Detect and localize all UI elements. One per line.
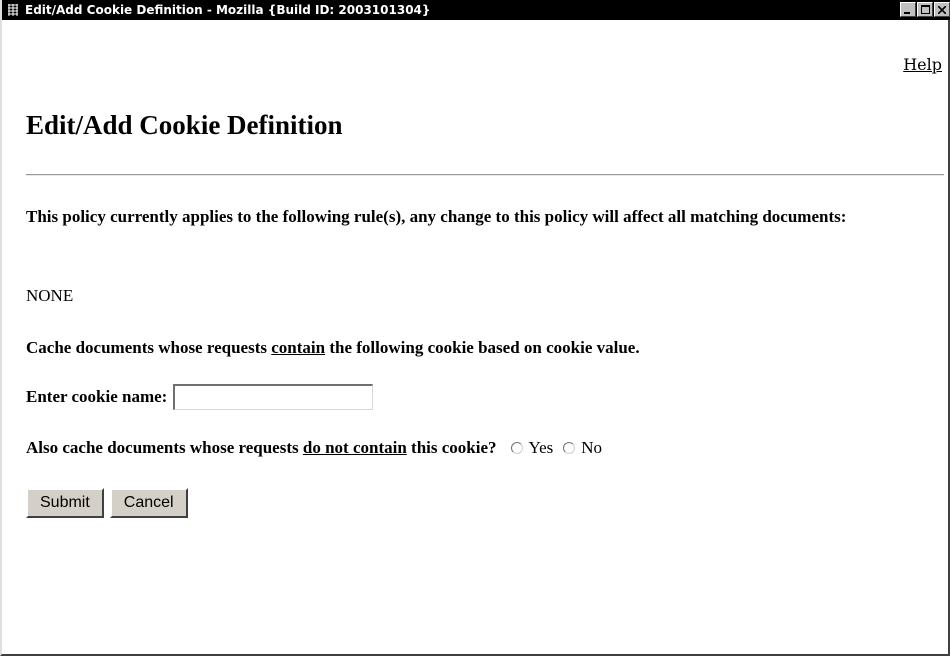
maximize-button[interactable]	[917, 2, 933, 17]
page-content: Help Edit/Add Cookie Definition This pol…	[2, 20, 948, 654]
radio-no-label: No	[581, 438, 603, 457]
radio-yes-button[interactable]	[510, 442, 523, 454]
help-link[interactable]: Help	[903, 55, 942, 74]
rules-value: NONE	[26, 286, 74, 305]
minimize-button[interactable]	[900, 2, 916, 17]
submit-button[interactable]: Submit	[26, 488, 104, 518]
form-buttons: Submit Cancel	[26, 488, 188, 518]
cache-text-before: Cache documents whose requests	[26, 338, 272, 357]
cookie-name-input[interactable]	[173, 384, 374, 410]
also-cache-row: Also cache documents whose requests do n…	[26, 438, 602, 458]
page-title: Edit/Add Cookie Definition	[26, 110, 343, 140]
cache-text-after: the following cookie based on cookie val…	[325, 338, 640, 357]
also-text-after: this cookie?	[406, 438, 497, 457]
also-cache-question: Also cache documents whose requests do n…	[26, 438, 497, 458]
radio-yes-label: Yes	[528, 438, 554, 457]
cookie-name-row: Enter cookie name:	[26, 384, 374, 410]
radio-yes[interactable]: Yes	[510, 438, 554, 458]
also-text-before: Also cache documents whose requests	[26, 438, 303, 457]
radio-no[interactable]: No	[563, 438, 602, 458]
cache-text-contain: contain	[271, 338, 326, 357]
maximize-icon	[920, 5, 930, 14]
policy-description: This policy currently applies to the fol…	[26, 207, 847, 226]
close-icon	[938, 5, 946, 14]
browser-window: Edit/Add Cookie Definition - Mozilla {Bu…	[0, 0, 950, 656]
cookie-name-label: Enter cookie name:	[26, 387, 168, 406]
close-button[interactable]	[934, 2, 950, 17]
radio-no-button[interactable]	[563, 442, 576, 454]
mozilla-window-icon[interactable]	[6, 3, 20, 17]
cancel-button[interactable]: Cancel	[109, 488, 188, 518]
minimize-icon	[904, 11, 910, 14]
cache-instruction: Cache documents whose requests contain t…	[26, 338, 640, 358]
window-controls	[899, 2, 950, 17]
horizontal-divider	[26, 174, 944, 176]
title-bar[interactable]: Edit/Add Cookie Definition - Mozilla {Bu…	[2, 0, 950, 20]
window-title: Edit/Add Cookie Definition - Mozilla {Bu…	[25, 3, 431, 17]
also-text-do-not-contain: do not contain	[302, 438, 407, 457]
